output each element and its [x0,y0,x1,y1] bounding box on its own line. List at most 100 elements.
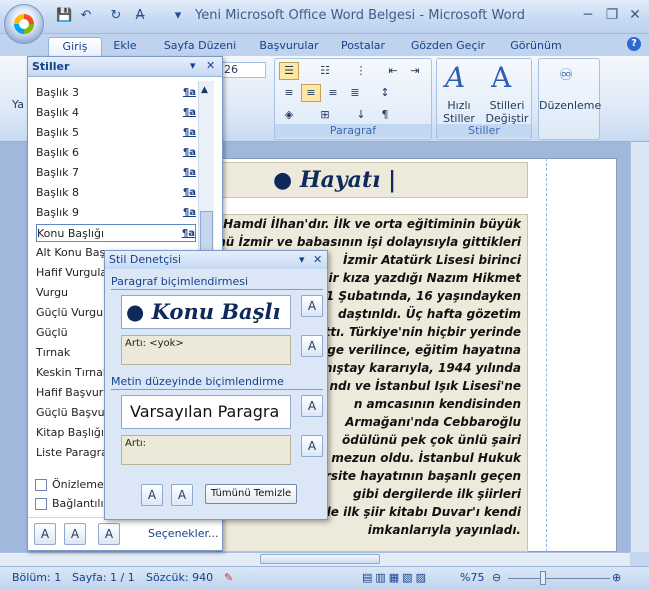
preview-checkbox[interactable] [35,479,47,491]
view-buttons-icon[interactable]: ▤▥▦▧▨ [362,571,429,584]
paragraph-group: ☰ ☷ ⋮ ⇤ ⇥ ≡ ≡ ≡ ≣ ↕ ◈ ⊞ ↓ ¶ Paragraf [274,58,432,140]
style-type-icon: ¶a [182,167,196,178]
pane-close-icon[interactable]: ✕ [206,59,215,72]
format-icon[interactable]: A̶ [132,8,148,24]
document-line: rsite hayatının başanlı geçen [324,469,521,483]
styles-scroll-thumb[interactable] [200,211,213,251]
numbering-icon[interactable]: ☷ [315,62,335,80]
increase-indent-icon[interactable]: ⇥ [405,62,425,80]
editing-label[interactable]: Düzenleme [539,99,601,112]
style-type-icon: ¶a [182,107,196,118]
minimize-button[interactable]: ─ [577,6,599,24]
document-line: ndı ve İstanbul Işık Lisesi'ne [329,379,521,393]
paragraph-clear-icon[interactable]: A [301,335,323,357]
shading-icon[interactable]: ◈ [279,106,299,124]
align-right-icon[interactable]: ≡ [323,84,343,102]
zoom-slider[interactable] [508,578,610,579]
vertical-scrollbar[interactable] [630,142,649,552]
close-button[interactable]: ✕ [624,6,646,24]
new-style-inspector-icon[interactable]: A [171,484,193,506]
justify-icon[interactable]: ≣ [345,84,365,102]
style-item[interactable]: Başlık 3 ¶a [36,84,196,102]
restore-button[interactable]: ❐ [601,6,623,24]
office-logo-icon [14,14,34,34]
zoom-slider-thumb[interactable] [540,571,546,585]
linked-checkbox[interactable] [35,498,47,510]
paragraph-section-label: Paragraf biçimlendirmesi [111,275,249,288]
tab-giris[interactable]: Giriş [48,37,102,56]
style-item-label: Keskin Tırnak [36,366,110,379]
style-inspector-icon[interactable]: A [64,523,86,545]
status-zoom[interactable]: %75 [460,571,484,584]
style-item-label: Tırnak [36,346,71,359]
decrease-indent-icon[interactable]: ⇤ [383,62,403,80]
paste-label[interactable]: Ya [12,98,24,111]
bullets-icon[interactable]: ☰ [279,62,299,80]
style-item[interactable]: Başlık 4 ¶a [36,104,196,122]
undo-icon[interactable]: ↶ [78,8,94,24]
line-spacing-icon[interactable]: ↕ [375,84,395,102]
tab-postalar[interactable]: Postalar [334,37,392,56]
tab-sayfa-duzeni[interactable]: Sayfa Düzeni [158,37,242,56]
status-page[interactable]: Sayfa: 1 / 1 [72,571,135,584]
horizontal-scroll-thumb[interactable] [260,554,380,564]
reveal-formatting-icon[interactable]: A [141,484,163,506]
zoom-in-icon[interactable]: ⊕ [612,571,621,584]
text-clear-icon[interactable]: A [301,435,323,457]
borders-icon[interactable]: ⊞ [315,106,335,124]
document-line: Armağanı'nda Cebbaroğlu [345,415,521,429]
status-section[interactable]: Bölüm: 1 [12,571,61,584]
style-item[interactable]: Konu Başlığı ¶a [36,224,196,242]
manage-styles-icon[interactable]: A [98,523,120,545]
heading-box[interactable]: ● Hayatı | [222,162,528,198]
status-words[interactable]: Sözcük: 940 [146,571,213,584]
document-line: ödülünü pek çok ünlü şairi [341,433,521,447]
ribbon-tabs: Giriş Ekle Sayfa Düzeni Başvurular Posta… [0,34,649,56]
style-item[interactable]: Başlık 9 ¶a [36,204,196,222]
document-line: mezun oldu. İstanbul Hukuk [331,451,521,465]
proofing-icon[interactable]: ✎ [224,571,233,584]
options-link[interactable]: Seçenekler... [148,527,219,540]
style-item[interactable]: Başlık 5 ¶a [36,124,196,142]
tab-gorunum[interactable]: Görünüm [504,37,568,56]
quick-styles-label[interactable]: Hızlı Stiller [439,99,479,125]
binoculars-icon[interactable]: ♾ [559,65,573,84]
style-type-icon: ¶a [182,207,196,218]
change-styles-label[interactable]: Stilleri Değiştir [483,99,531,125]
show-marks-icon[interactable]: ¶ [375,106,395,124]
clear-all-button[interactable]: Tümünü Temizle [205,484,297,504]
tab-gozden-gecir[interactable]: Gözden Geçir [404,37,492,56]
sort-icon[interactable]: ↓ [351,106,371,124]
style-item[interactable]: Başlık 7 ¶a [36,164,196,182]
inspector-menu-icon[interactable]: ▾ [299,253,305,266]
pane-menu-icon[interactable]: ▾ [190,59,196,72]
zoom-out-icon[interactable]: ⊖ [492,571,501,584]
style-item[interactable]: Başlık 8 ¶a [36,184,196,202]
office-button[interactable] [4,4,44,44]
document-line: n amcasının kendisinden [353,397,521,411]
style-item[interactable]: Başlık 6 ¶a [36,144,196,162]
scroll-up-icon[interactable]: ▲ [201,85,208,95]
new-style-icon[interactable]: A [34,523,56,545]
tab-ekle[interactable]: Ekle [106,37,144,56]
multilevel-icon[interactable]: ⋮ [351,62,371,80]
styles-pane-title: Stiller [32,60,70,73]
align-center-icon[interactable]: ≡ [301,84,321,102]
inspector-close-icon[interactable]: ✕ [313,253,322,266]
paragraph-style-preview: ● Konu Başlı [121,295,291,329]
change-styles-icon[interactable]: A [491,61,511,94]
document-line: elge verilince, eğitim hayatına [315,343,521,357]
redo-icon[interactable]: ↻ [108,8,124,24]
save-icon[interactable]: 💾 [56,8,72,24]
quick-styles-icon[interactable]: A [445,61,465,94]
document-line: attı. Türkiye'nin hiçbir yerinde [316,325,521,339]
paragraph-reset-icon[interactable]: A [301,295,323,317]
style-item-label: Başlık 6 [36,146,79,159]
style-type-icon: ¶a [182,147,196,158]
help-icon[interactable]: ? [627,37,641,51]
align-left-icon[interactable]: ≡ [279,84,299,102]
font-size-box[interactable]: 26 [220,62,266,78]
tab-basvurular[interactable]: Başvurular [254,37,324,56]
text-reset-icon[interactable]: A [301,395,323,417]
section-divider [111,289,323,290]
